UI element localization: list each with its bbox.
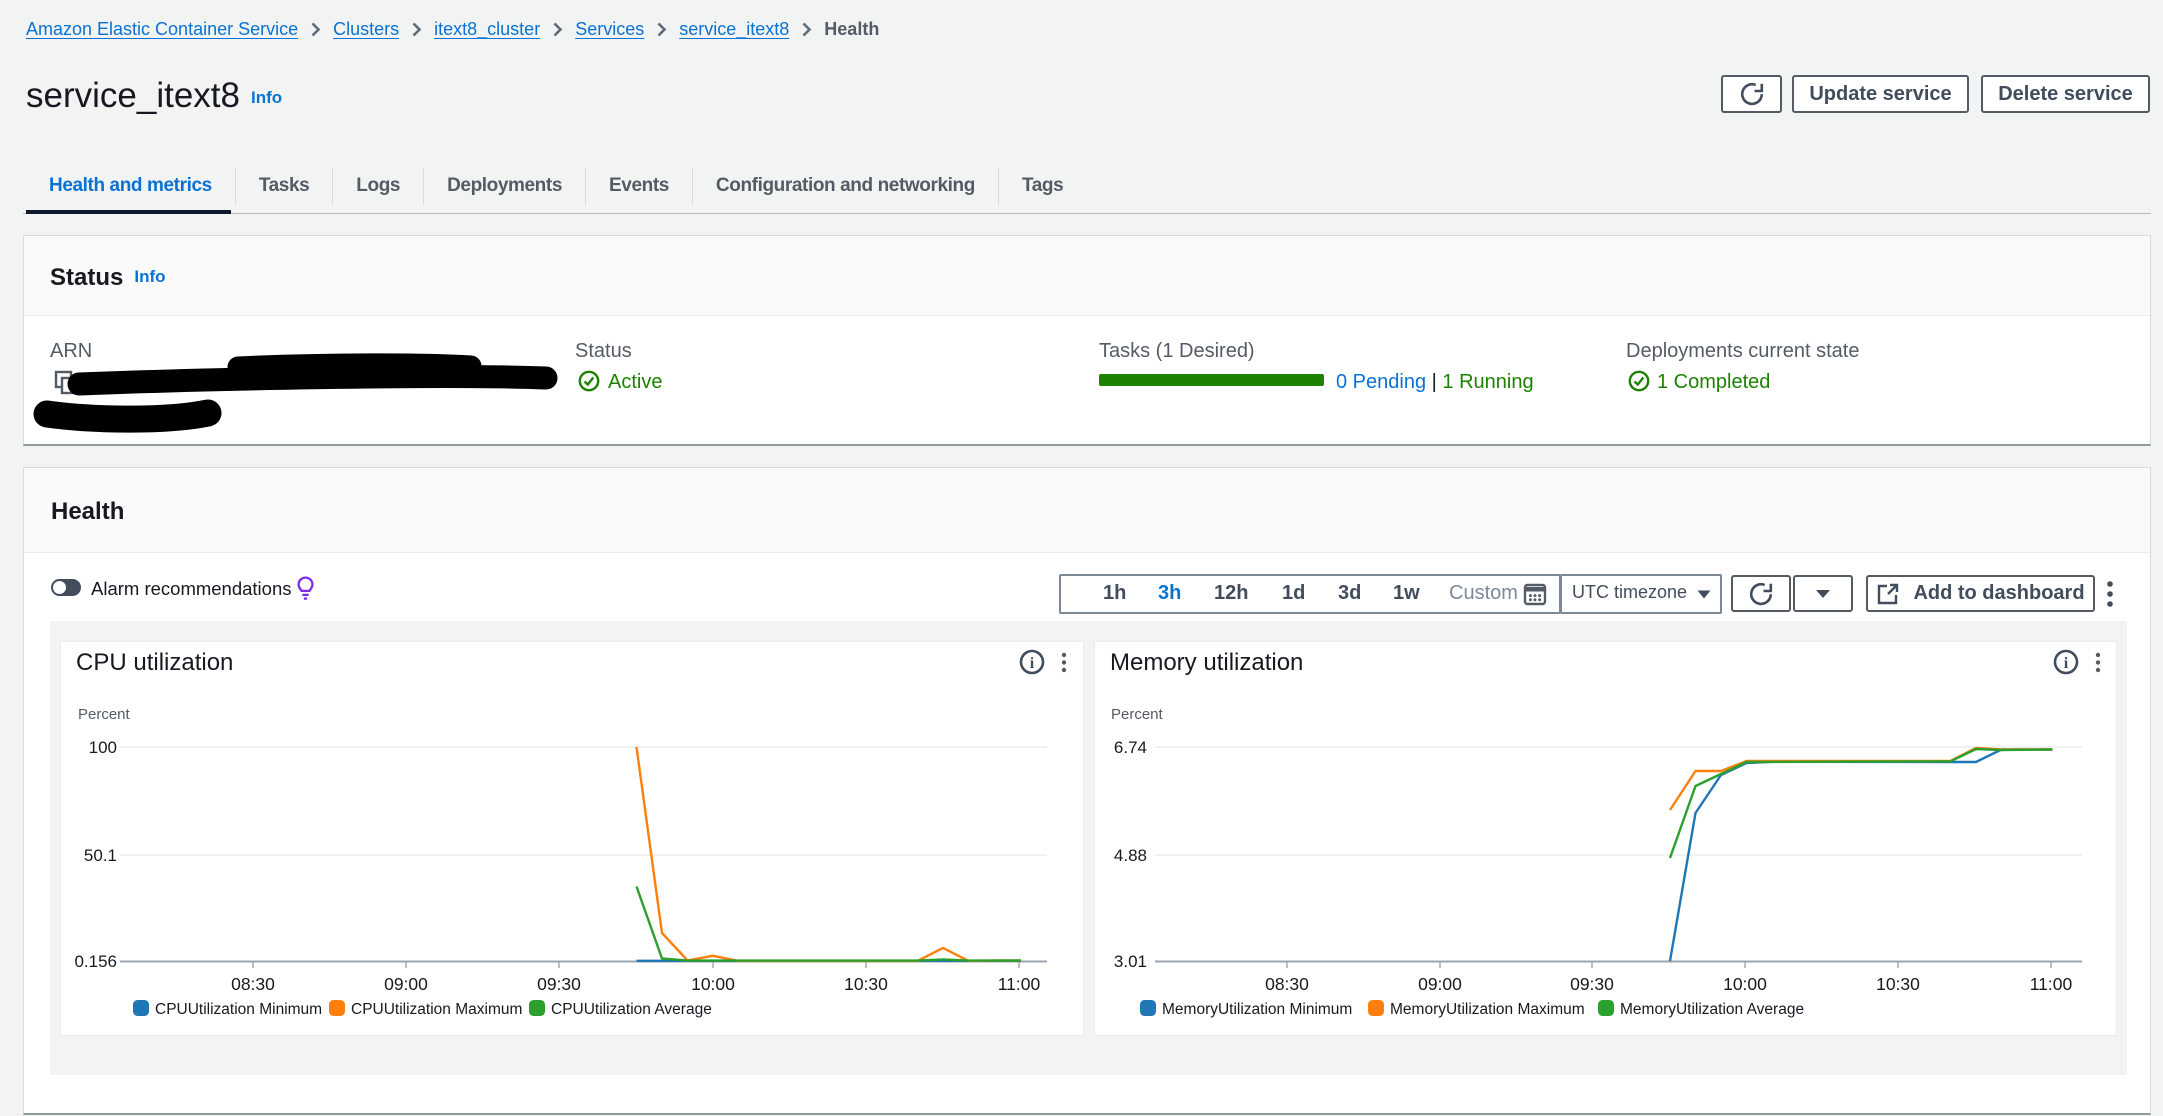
svg-text:CPUUtilization Maximum: CPUUtilization Maximum bbox=[351, 1001, 522, 1018]
svg-text:i: i bbox=[1030, 655, 1035, 672]
svg-text:MemoryUtilization Minimum: MemoryUtilization Minimum bbox=[1162, 1001, 1352, 1018]
svg-text:50.1: 50.1 bbox=[84, 846, 117, 865]
svg-text:10:30: 10:30 bbox=[1876, 974, 1920, 994]
svg-text:09:30: 09:30 bbox=[1570, 974, 1614, 994]
svg-text:11:00: 11:00 bbox=[2030, 974, 2073, 994]
svg-text:Memory utilization: Memory utilization bbox=[1110, 649, 1303, 676]
svg-text:CPU utilization: CPU utilization bbox=[76, 649, 233, 676]
svg-text:0.156: 0.156 bbox=[74, 952, 117, 971]
svg-text:Percent: Percent bbox=[1111, 706, 1164, 723]
svg-text:3.01: 3.01 bbox=[1114, 952, 1147, 971]
svg-text:6.74: 6.74 bbox=[1114, 738, 1147, 757]
svg-text:10:00: 10:00 bbox=[691, 974, 735, 994]
svg-text:100: 100 bbox=[89, 738, 117, 757]
svg-text:09:00: 09:00 bbox=[1418, 974, 1462, 994]
svg-text:CPUUtilization Average: CPUUtilization Average bbox=[551, 1001, 712, 1018]
svg-text:4.88: 4.88 bbox=[1114, 846, 1147, 865]
svg-text:09:30: 09:30 bbox=[537, 974, 581, 994]
svg-text:09:00: 09:00 bbox=[384, 974, 428, 994]
svg-text:10:00: 10:00 bbox=[1723, 974, 1767, 994]
svg-text:08:30: 08:30 bbox=[231, 974, 275, 994]
svg-text:Percent: Percent bbox=[78, 706, 131, 723]
svg-text:CPUUtilization Minimum: CPUUtilization Minimum bbox=[155, 1001, 322, 1018]
svg-text:11:00: 11:00 bbox=[998, 974, 1041, 994]
svg-text:MemoryUtilization Average: MemoryUtilization Average bbox=[1620, 1001, 1804, 1018]
svg-text:MemoryUtilization Maximum: MemoryUtilization Maximum bbox=[1390, 1001, 1585, 1018]
svg-text:i: i bbox=[2064, 655, 2069, 672]
svg-text:08:30: 08:30 bbox=[1265, 974, 1309, 994]
svg-text:10:30: 10:30 bbox=[844, 974, 888, 994]
